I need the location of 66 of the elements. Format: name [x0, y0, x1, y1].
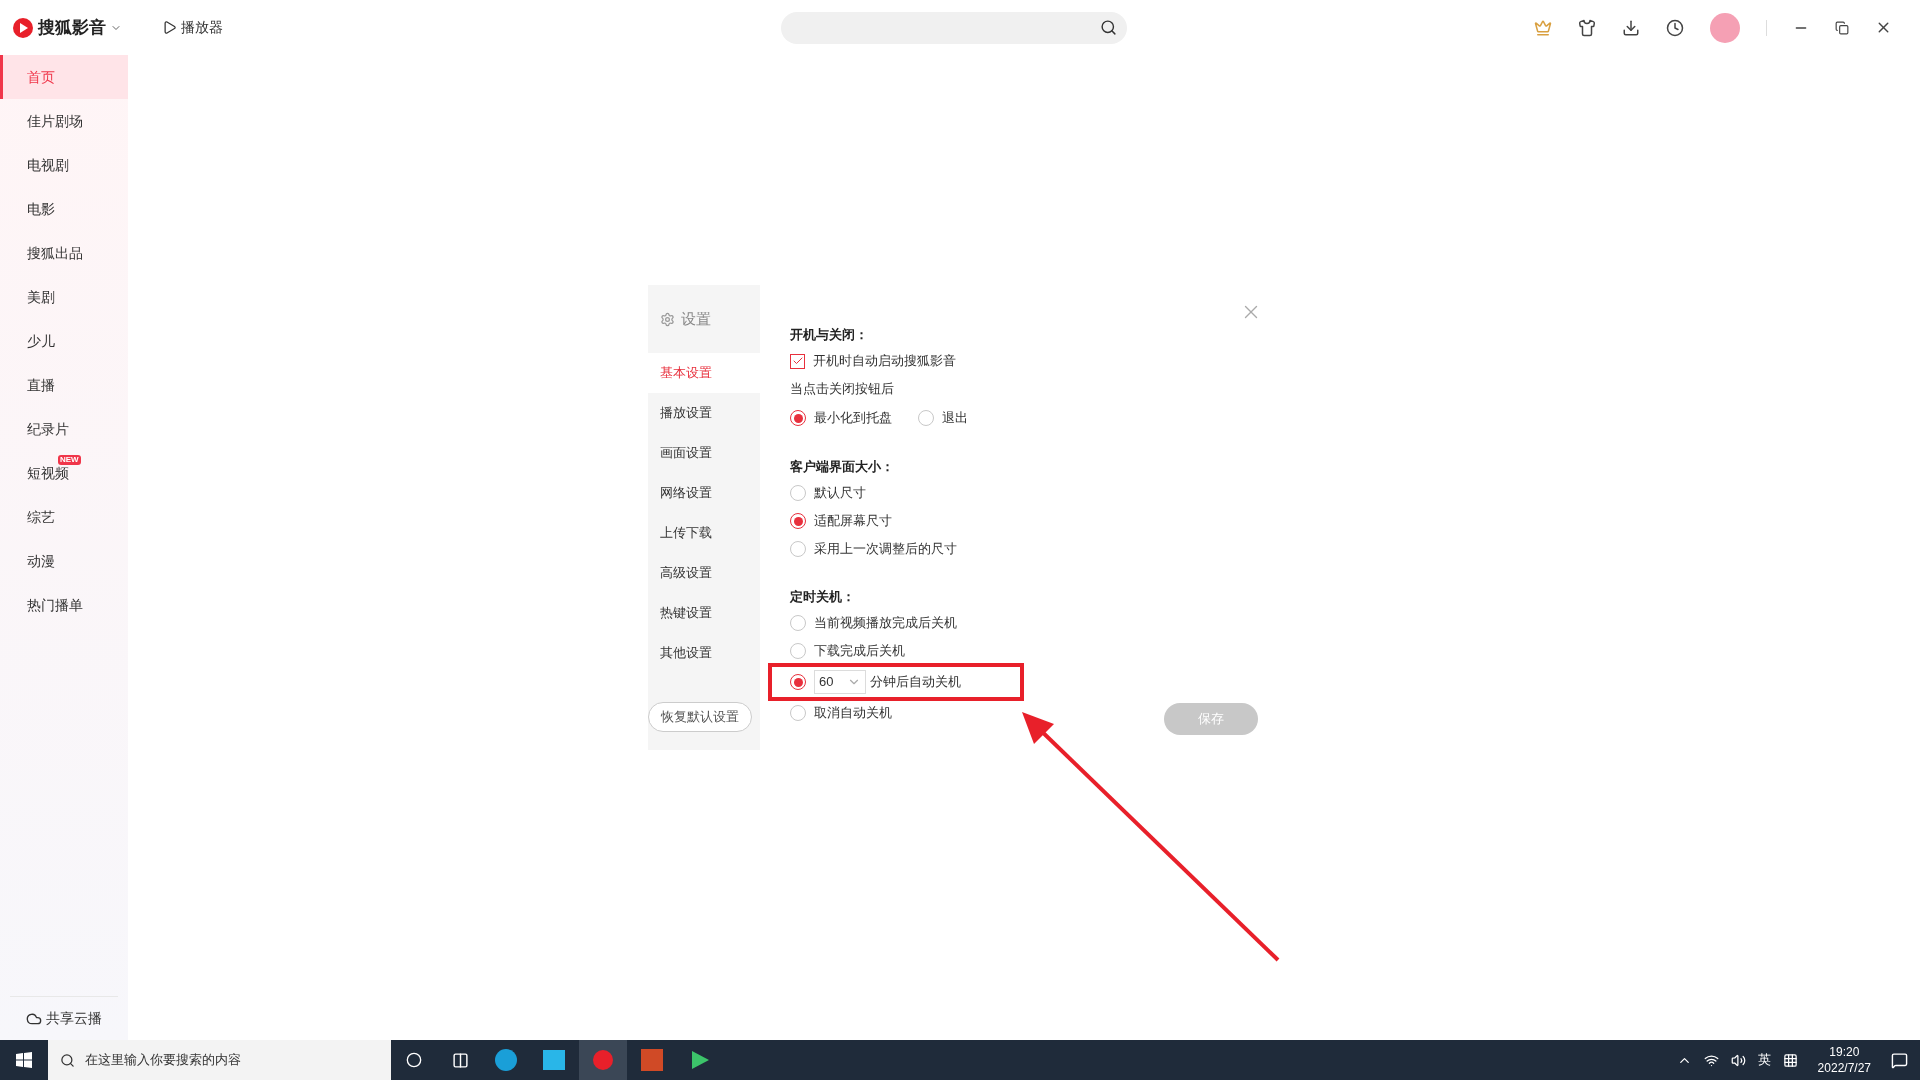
settings-nav-item[interactable]: 播放设置 [648, 393, 760, 433]
notification-icon[interactable] [1891, 1051, 1908, 1069]
sidebar-item[interactable]: 纪录片 [0, 407, 128, 451]
task-view-icon[interactable] [452, 1051, 469, 1069]
checkbox-label: 开机时自动启动搜狐影音 [813, 352, 956, 371]
sidebar-item[interactable]: 美剧 [0, 275, 128, 319]
keyboard-grid-icon[interactable] [1782, 1052, 1798, 1068]
player-button[interactable]: 播放器 [162, 17, 223, 38]
restore-defaults-button[interactable]: 恢复默认设置 [648, 702, 752, 732]
checkbox[interactable] [790, 353, 805, 369]
settings-nav-item[interactable]: 基本设置 [648, 353, 760, 393]
search-icon [60, 1052, 75, 1068]
radio-label: 取消自动关机 [814, 704, 892, 723]
history-icon[interactable] [1666, 18, 1684, 37]
check-icon [791, 355, 804, 367]
shirt-icon[interactable] [1578, 18, 1596, 37]
settings-nav-item[interactable]: 上传下载 [648, 513, 760, 553]
section-heading: 开机与关闭： [790, 326, 869, 345]
settings-nav-item[interactable]: 高级设置 [648, 553, 760, 593]
logo-icon [12, 16, 34, 39]
sidebar-item[interactable]: 搜狐出品 [0, 231, 128, 275]
download-icon[interactable] [1622, 18, 1640, 37]
clock[interactable]: 19:20 2022/7/27 [1809, 1044, 1879, 1076]
sidebar-item[interactable]: 热门播单 [0, 583, 128, 627]
settings-nav-item[interactable]: 其他设置 [648, 633, 760, 673]
video-app-icon[interactable] [689, 1049, 711, 1071]
settings-title: 设置 [681, 308, 711, 329]
radio-label: 退出 [942, 409, 968, 428]
new-badge: NEW [58, 455, 81, 465]
minutes-dropdown[interactable]: 60 [814, 670, 866, 694]
app-title: 搜狐影音 [38, 16, 106, 39]
option-caption: 当点击关闭按钮后 [790, 380, 894, 399]
taskbar-search-field[interactable]: 在这里输入你要搜索的内容 [48, 1040, 391, 1080]
crown-icon[interactable] [1534, 18, 1552, 37]
section-heading: 客户端界面大小： [790, 458, 895, 477]
settings-nav-item[interactable]: 热键设置 [648, 593, 760, 633]
restore-icon[interactable] [1835, 20, 1849, 35]
search-field[interactable] [781, 11, 1127, 44]
radio-label: 默认尺寸 [814, 484, 866, 503]
radio-label: 分钟后自动关机 [870, 673, 961, 692]
input-language-indicator[interactable]: 英 [1757, 1050, 1771, 1070]
radio-label: 下载完成后关机 [814, 642, 905, 661]
search-icon[interactable] [1100, 19, 1117, 36]
sidebar-item[interactable]: 佳片剧场 [0, 99, 128, 143]
browser-app-icon[interactable] [495, 1049, 517, 1071]
settings-nav-item[interactable]: 网络设置 [648, 473, 760, 513]
windows-start-icon[interactable] [16, 1052, 32, 1068]
play-icon [162, 20, 177, 35]
sidebar-item[interactable]: 少儿 [0, 319, 128, 363]
sidebar-item[interactable]: 动漫 [0, 539, 128, 583]
sidebar-item[interactable]: 直播 [0, 363, 128, 407]
sidebar-item[interactable]: 电影 [0, 187, 128, 231]
settings-nav-item[interactable]: 画面设置 [648, 433, 760, 473]
network-icon[interactable] [1703, 1052, 1719, 1068]
cortana-icon[interactable] [406, 1052, 422, 1068]
sidebar-item[interactable]: 综艺 [0, 495, 128, 539]
radio-label: 当前视频播放完成后关机 [814, 614, 957, 633]
radio-label: 适配屏幕尺寸 [814, 512, 892, 531]
volume-icon[interactable] [1730, 1052, 1746, 1068]
radio-label: 最小化到托盘 [814, 409, 892, 428]
sidebar-item[interactable]: 电视剧 [0, 143, 128, 187]
sidebar-item[interactable]: NEW 短视频 [0, 451, 128, 495]
gear-icon [660, 311, 675, 327]
radio-label: 采用上一次调整后的尺寸 [814, 540, 957, 559]
shared-cloud-link[interactable]: 共享云播 [46, 1008, 102, 1029]
section-heading: 定时关机： [790, 588, 856, 607]
